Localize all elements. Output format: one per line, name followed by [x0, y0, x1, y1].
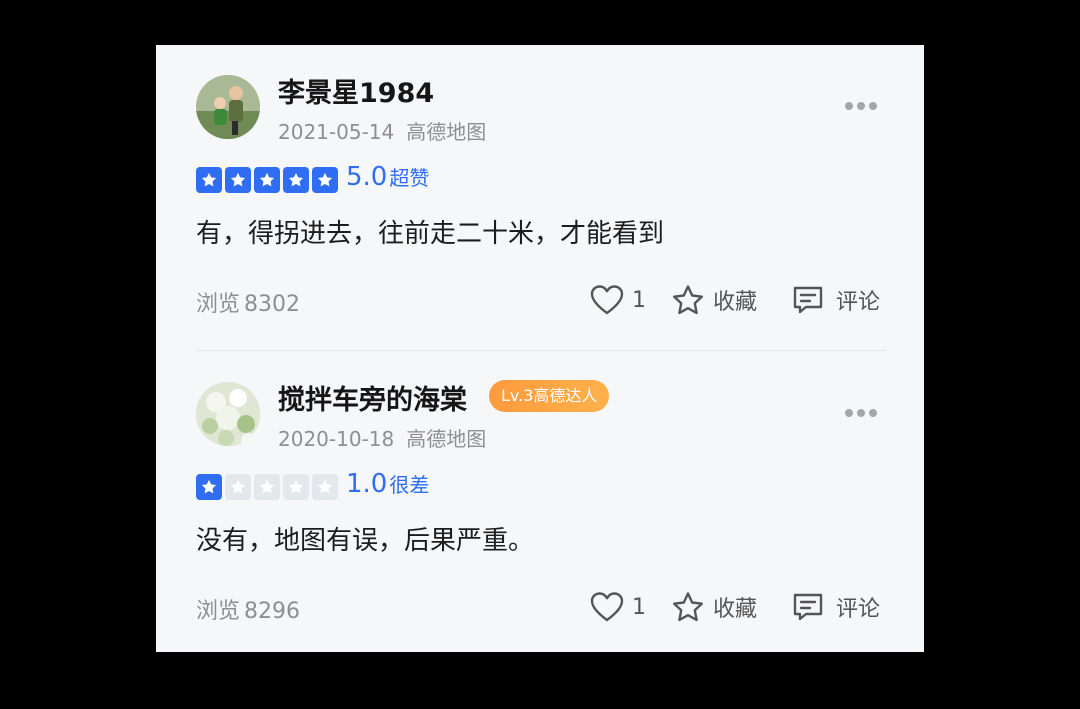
like-count: 1	[632, 594, 646, 620]
more-icon[interactable]	[844, 100, 878, 112]
star-icon	[254, 474, 280, 500]
favorite-label: 收藏	[713, 290, 758, 315]
review-source: 高德地图	[406, 427, 487, 451]
more-icon[interactable]	[844, 407, 878, 419]
favorite-star-icon	[673, 592, 703, 622]
score-label: 很差	[389, 473, 430, 497]
avatar[interactable]	[196, 382, 260, 446]
star-icon	[196, 474, 222, 500]
views-number: 8302	[244, 292, 301, 317]
star-icon	[225, 474, 251, 500]
comment-icon	[793, 593, 823, 621]
star-icon	[312, 167, 338, 193]
star-rating	[196, 167, 338, 193]
review-meta: 2020-10-18 高德地图	[278, 423, 486, 452]
favorite-button[interactable]: 收藏	[671, 283, 757, 317]
review-date: 2021-05-14	[278, 120, 395, 144]
comment-icon	[793, 286, 823, 314]
star-icon	[225, 167, 251, 193]
star-icon	[283, 474, 309, 500]
favorite-star-icon	[673, 285, 703, 315]
rating-score: 5.0 超赞	[346, 162, 429, 192]
view-count: 浏览 8296	[196, 593, 300, 625]
username[interactable]: 李景星1984	[278, 71, 434, 110]
heart-icon	[590, 592, 624, 622]
favorite-label: 收藏	[713, 597, 758, 622]
comment-label: 评论	[836, 597, 881, 622]
star-icon	[312, 474, 338, 500]
like-count: 1	[632, 287, 646, 313]
score-value: 1.0	[346, 469, 388, 499]
comment-button[interactable]: 评论	[792, 283, 880, 317]
review-card: 李景星1984 2021-05-14 高德地图 5.0 超赞 有，得拐进去，往前走二…	[156, 45, 924, 351]
star-rating	[196, 474, 338, 500]
like-button[interactable]: 1	[590, 590, 646, 624]
star-icon	[283, 167, 309, 193]
heart-icon	[590, 285, 624, 315]
level-badge: Lv.3高德达人	[489, 380, 610, 412]
review-date: 2020-10-18	[278, 427, 395, 451]
rating-score: 1.0 很差	[346, 469, 429, 499]
star-icon	[196, 167, 222, 193]
avatar-image	[196, 75, 260, 139]
comment-label: 评论	[836, 290, 881, 315]
score-value: 5.0	[346, 162, 388, 192]
view-count: 浏览 8302	[196, 286, 300, 318]
score-label: 超赞	[389, 166, 430, 190]
views-number: 8296	[244, 599, 301, 624]
views-label: 浏览	[196, 292, 241, 317]
review-meta: 2021-05-14 高德地图	[278, 116, 486, 145]
username[interactable]: 搅拌车旁的海棠	[278, 378, 467, 417]
star-icon	[254, 167, 280, 193]
review-source: 高德地图	[406, 120, 487, 144]
avatar-image	[196, 382, 260, 446]
review-card: 搅拌车旁的海棠 Lv.3高德达人 2020-10-18 高德地图 1.0 很差 没有…	[156, 352, 924, 652]
views-label: 浏览	[196, 599, 241, 624]
review-text: 有，得拐进去，往前走二十米，才能看到	[196, 219, 665, 249]
reviews-panel: 李景星1984 2021-05-14 高德地图 5.0 超赞 有，得拐进去，往前走二…	[156, 45, 924, 652]
favorite-button[interactable]: 收藏	[671, 590, 757, 624]
review-text: 没有，地图有误，后果严重。	[196, 526, 535, 556]
comment-button[interactable]: 评论	[792, 590, 880, 624]
like-button[interactable]: 1	[590, 283, 646, 317]
avatar[interactable]	[196, 75, 260, 139]
divider	[196, 350, 886, 351]
